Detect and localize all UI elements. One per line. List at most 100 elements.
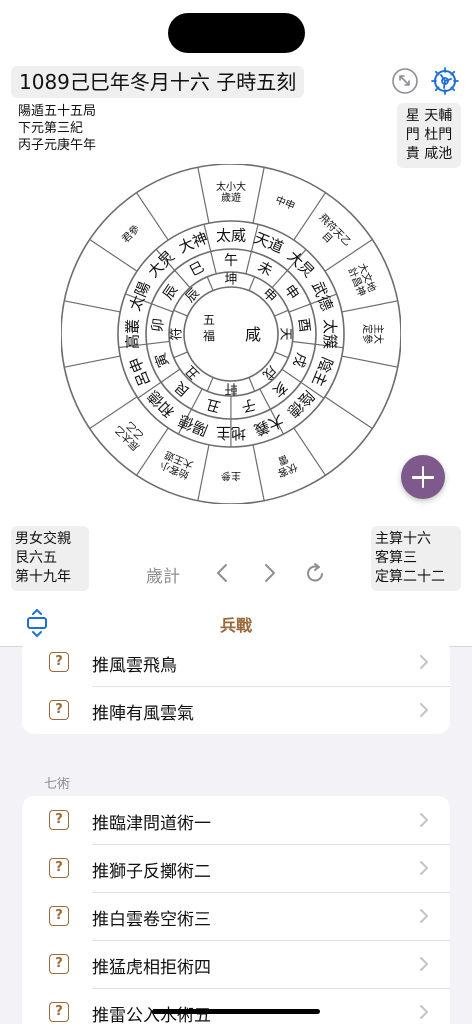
list-group: ? 推臨津問道術一 ? 推獅子反擲術二 ? 推白雲卷空術三 ? 推猛虎相拒術四 …: [22, 796, 450, 1036]
dynamic-island: [168, 13, 305, 53]
list-item-label: 推猛虎相拒術四: [92, 953, 211, 978]
ring3-sector-label: 高叢: [123, 319, 141, 349]
home-indicator: [152, 1009, 320, 1014]
wheel-divider: [207, 277, 213, 291]
wheel-divider: [249, 377, 255, 391]
list-item-label: 推獅子反擲術二: [92, 857, 211, 882]
info-line: 主算十六: [375, 530, 457, 549]
inner-sector-label: 坤: [224, 273, 237, 288]
wheel-divider: [174, 310, 188, 316]
ring2-sector-label: 辰: [160, 282, 181, 303]
wheel-divider: [64, 356, 120, 367]
outer-sector-label: 主大定參: [361, 324, 385, 344]
list-item[interactable]: ? 推白雲卷空術三: [22, 892, 450, 940]
info-line: 第十九年: [15, 568, 85, 587]
date-title[interactable]: 1089己巳年冬月十六 子時五刻: [11, 66, 304, 98]
wheel-divider: [325, 397, 372, 429]
wheel-divider: [342, 301, 398, 312]
wheel-divider: [253, 167, 264, 223]
inner-sector-label: 戌: [259, 362, 279, 382]
list-item[interactable]: ? 推陣有風雲氣: [22, 686, 450, 734]
list-item[interactable]: ? 推獅子反擲術二: [22, 844, 450, 892]
info-line: 陽遁五十五局: [18, 103, 96, 120]
wheel-divider: [253, 445, 264, 501]
info-bottom-left[interactable]: 男女交親 艮六五 第十九年: [11, 526, 89, 591]
chevron-right-icon: [420, 957, 428, 971]
info-line: 丙子元庚午年: [18, 137, 96, 154]
info-top-left: 陽遁五十五局 下元第三紀 丙子元庚午年: [18, 103, 96, 154]
ring2-sector-label: 戌: [289, 351, 309, 370]
section-title: 兵戰: [0, 612, 472, 636]
period-label[interactable]: 歲計: [146, 562, 180, 587]
wheel-divider: [90, 240, 137, 272]
ring2-sector-label: 巳: [187, 259, 207, 280]
wheel-divider: [274, 310, 288, 316]
wheel-divider: [198, 445, 209, 501]
outer-sector-label: 伏客雷: [272, 450, 300, 480]
list-item[interactable]: ? 推猛虎相拒術四: [22, 940, 450, 988]
ring2-sector-label: 未: [255, 259, 275, 280]
ring3-sector-label: 太威: [216, 226, 246, 244]
info-line: 下元第三紀: [18, 120, 96, 137]
center-label: 五: [203, 313, 215, 327]
info-line: 門 杜門: [399, 126, 459, 145]
inner-sector-label: 申: [259, 286, 279, 306]
outer-sector-label: 大文地計昌神: [345, 261, 379, 298]
list-item[interactable]: ? 推風雲飛鳥: [22, 638, 450, 686]
list-item-label: 推風雲飛鳥: [92, 651, 177, 676]
info-top-right[interactable]: 星 天輔 門 杜門 貴 咸池: [397, 103, 461, 168]
list-item-label: 推陣有風雲氣: [92, 699, 194, 724]
ring2-sector-label: 午: [224, 253, 238, 269]
ring3-sector-label: 大炅: [144, 247, 178, 281]
question-icon: ?: [49, 906, 69, 926]
settings-gear-icon[interactable]: [430, 66, 460, 96]
info-line: 星 天輔: [399, 107, 459, 126]
ring3-sector-label: 大炅: [284, 247, 318, 281]
wheel-divider: [137, 193, 169, 240]
outer-sector-label: 太小大歲遊: [216, 180, 246, 204]
ring2-sector-label: 卯: [150, 317, 168, 333]
chevron-left-icon[interactable]: [211, 561, 235, 585]
outer-sector-label: 君參: [119, 222, 142, 245]
inner-sector-label: 辰: [183, 286, 203, 306]
chevron-right-icon[interactable]: [257, 561, 281, 585]
chevron-right-icon: [420, 909, 428, 923]
center-label: 福: [203, 328, 215, 343]
wheel-divider: [198, 167, 209, 223]
chevron-right-icon: [420, 861, 428, 875]
chevron-right-icon: [420, 813, 428, 827]
question-icon: ?: [49, 810, 69, 830]
chevron-right-icon: [420, 655, 428, 669]
add-button[interactable]: [401, 455, 445, 499]
info-bottom-right[interactable]: 主算十六 客算三 定算二十二: [371, 526, 461, 591]
info-line: 貴 咸池: [399, 145, 459, 164]
ring2-sector-label: 酉: [295, 317, 313, 333]
outer-sector-label: 辰太乙乙乙: [111, 415, 149, 453]
center-label: 咸: [245, 325, 261, 344]
info-line: 客算三: [375, 549, 457, 568]
divination-wheel[interactable]: 太小大歲遊中申飛符天乙目大文地計昌神主大定參伏客雷主參始客小大王遊辰太乙乙乙君參…: [61, 164, 401, 504]
outer-sector-label: 飛符天乙目: [309, 211, 354, 256]
wheel-divider: [342, 356, 398, 367]
list-group: ? 推風雲飛鳥 ? 推陣有風雲氣: [22, 638, 450, 734]
list-item[interactable]: ? 推臨津問道術一: [22, 796, 450, 844]
outer-sector-label: 主參: [221, 470, 241, 483]
wheel-divider: [249, 277, 255, 291]
question-icon: ?: [49, 858, 69, 878]
wheel-divider: [204, 224, 216, 274]
wheel-divider: [174, 352, 188, 358]
outer-sector-label: 中申: [274, 193, 297, 213]
inner-sector-label: 天: [277, 327, 292, 340]
list-item-label: 推臨津問道術一: [92, 809, 211, 834]
refresh-icon[interactable]: [303, 561, 327, 585]
sync-arrows-icon[interactable]: [390, 66, 420, 96]
wheel-divider: [294, 428, 326, 475]
list-item-label: 推白雲卷空術三: [92, 905, 211, 930]
inner-sector-label: 軒: [224, 380, 237, 395]
inner-sector-label: 丑: [183, 362, 203, 382]
question-icon: ?: [49, 1002, 69, 1022]
list-area: ? 推風雲飛鳥 ? 推陣有風雲氣 七術 ? 推臨津問道術一 ? 推獅子反擲術二 …: [0, 647, 472, 1024]
section-label: 七術: [44, 773, 70, 792]
ring2-sector-label: 丑: [205, 396, 222, 415]
wheel-divider: [207, 377, 213, 391]
